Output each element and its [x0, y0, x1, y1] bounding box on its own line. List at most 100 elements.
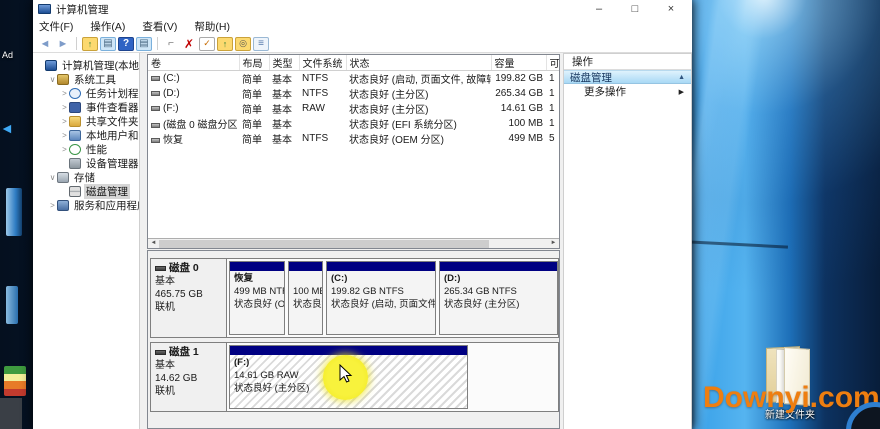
details-view-icon[interactable]: ≡	[253, 36, 269, 51]
desktop-icon-partial[interactable]	[0, 398, 22, 429]
volume-row-3[interactable]: (磁盘 0 磁盘分区 2)简单基本 状态良好 (EFI 系统分区) 100 MB 1	[148, 116, 559, 131]
forward-icon[interactable]: ►	[55, 37, 71, 51]
delete-volume-icon[interactable]: ✗	[181, 37, 197, 51]
cell-layout: 简单	[242, 120, 262, 131]
partition-(C:)[interactable]: (C:) 199.82 GB NTFS 状态良好 (启动, 页面文件, 故障转储, …	[326, 261, 436, 335]
volume-icon	[151, 75, 160, 81]
explore-folder-icon[interactable]: ◎	[235, 36, 251, 51]
open-folder-icon[interactable]: ↑	[217, 36, 233, 51]
column-header-6[interactable]: 可	[546, 55, 559, 71]
tree-item-5[interactable]: > 本地用户和组	[33, 128, 139, 142]
disk-size: 14.62 GB	[155, 373, 198, 384]
expander-icon[interactable]: >	[60, 117, 69, 126]
partition-(D:)[interactable]: (D:) 265.34 GB NTFS 状态良好 (主分区)	[439, 261, 558, 335]
tree-item-4[interactable]: > 共享文件夹	[33, 114, 139, 128]
folder-up-icon[interactable]: ↑	[82, 36, 98, 51]
tree-item-7[interactable]: 设备管理器	[33, 156, 139, 170]
menu-item-0[interactable]: 文件(F)	[39, 19, 73, 34]
app-icon	[38, 4, 51, 14]
tree-item-6[interactable]: > 性能	[33, 142, 139, 156]
menu-item-1[interactable]: 操作(A)	[90, 19, 125, 34]
title-bar[interactable]: 计算机管理 – □ ×	[33, 0, 692, 18]
partition-size: 499 MB NTFS	[234, 286, 284, 297]
expander-icon[interactable]: >	[60, 145, 69, 154]
column-header-2[interactable]: 类型	[269, 55, 300, 71]
partition-恢复[interactable]: 恢复 499 MB NTFS 状态良好 (OEM 分区)	[229, 261, 285, 335]
maximize-button[interactable]: □	[620, 0, 650, 18]
partition-type-bar	[440, 262, 557, 271]
scrollbar-thumb[interactable]	[159, 239, 489, 248]
partition-body: 恢复 499 MB NTFS 状态良好 (OEM 分区)	[230, 271, 284, 334]
properties-pane-icon[interactable]: ▤	[136, 36, 152, 51]
window-title: 计算机管理	[56, 3, 109, 16]
expander-icon[interactable]: >	[48, 201, 57, 210]
disk-icon	[155, 350, 166, 355]
expander-icon[interactable]: ∨	[48, 173, 57, 182]
desktop-icon-partial[interactable]	[6, 188, 22, 236]
volume-row-0[interactable]: (C:)简单基本 NTFS 状态良好 (启动, 页面文件, 故障转储, 主分区) 19…	[148, 71, 559, 87]
volume-icon	[151, 122, 160, 128]
check-disk-icon[interactable]: ✓	[199, 36, 215, 51]
tree-item-8[interactable]: ∨ 存储	[33, 170, 139, 184]
cell-volume: (C:)	[148, 71, 239, 87]
column-header-5[interactable]: 容量	[491, 55, 547, 71]
partition-efi[interactable]: 100 MB 状态良好 (EFI 系统分区)	[288, 261, 323, 335]
scroll-right-arrow-icon[interactable]: ►	[548, 239, 559, 248]
volume-row-2[interactable]: (F:) 简单 基本 RAW 状态良好 (主分区) 14.61 GB 1	[148, 101, 559, 116]
actions-section-disk-management[interactable]: 磁盘管理 ▲	[564, 70, 691, 84]
tree-item-0[interactable]: 计算机管理(本地)	[33, 58, 139, 72]
partition-title	[293, 272, 318, 285]
menu-item-3[interactable]: 帮助(H)	[194, 19, 230, 34]
toolbar-separator	[76, 37, 77, 50]
desktop-icon-label-partial[interactable]: Ad	[2, 50, 13, 60]
column-header-0[interactable]: 卷	[148, 55, 240, 71]
device-manager-icon	[69, 157, 81, 169]
tree-item-1[interactable]: ∨ 系统工具	[33, 72, 139, 86]
disk-label-1[interactable]: 磁盘 1 基本 14.62 GB 联机	[151, 343, 227, 411]
tree-item-10[interactable]: > 服务和应用程序	[33, 198, 139, 212]
cell-extra: 1	[549, 103, 555, 114]
collapse-icon[interactable]: ▲	[678, 74, 685, 81]
cell-capacity: 100 MB	[508, 118, 543, 129]
cell-fs	[299, 116, 346, 131]
tree-item-selected-9[interactable]: 磁盘管理	[33, 183, 139, 199]
more-actions-item[interactable]: 更多操作 ▶	[564, 84, 691, 99]
cell-layout: 简单	[242, 105, 262, 116]
close-button[interactable]: ×	[656, 0, 686, 18]
cell-layout: 简单	[242, 90, 262, 101]
cell-status: 状态良好 (主分区)	[349, 90, 429, 101]
column-header-4[interactable]: 状态	[346, 55, 492, 71]
partition-size: 199.82 GB NTFS	[331, 286, 404, 297]
scroll-left-arrow-icon[interactable]: ◄	[148, 239, 159, 248]
desktop-icon-partial[interactable]	[4, 366, 26, 396]
column-header-1[interactable]: 布局	[239, 55, 270, 71]
expander-icon[interactable]: ∨	[48, 75, 57, 84]
tree-item-2[interactable]: > 任务计划程序	[33, 86, 139, 100]
volume-icon	[151, 90, 160, 96]
actions-panel: 操作 磁盘管理 ▲ 更多操作 ▶	[563, 53, 692, 429]
horizontal-scrollbar[interactable]: ◄ ►	[148, 238, 559, 248]
expander-icon[interactable]: >	[60, 131, 69, 140]
partitions-strip: (F:) 14.61 GB RAW 状态良好 (主分区)	[227, 343, 558, 411]
cell-extra: 1	[549, 118, 555, 129]
partitions-strip: 恢复 499 MB NTFS 状态良好 (OEM 分区) 100 MB 状态良好 (EF…	[227, 259, 558, 337]
popup-action-icon[interactable]: ⌐	[163, 37, 179, 51]
column-header-3[interactable]: 文件系统	[299, 55, 347, 71]
partition-size: 265.34 GB NTFS	[444, 286, 517, 297]
minimize-button[interactable]: –	[584, 0, 614, 18]
desktop-arrow-icon[interactable]: ◄	[0, 120, 14, 136]
expander-icon[interactable]: >	[60, 103, 69, 112]
expander-icon[interactable]: >	[60, 89, 69, 98]
help-icon[interactable]: ?	[118, 36, 134, 51]
menu-item-2[interactable]: 查看(V)	[142, 19, 177, 34]
back-icon[interactable]: ◄	[37, 37, 53, 51]
volume-row-1[interactable]: (D:) 简单 基本 NTFS 状态良好 (主分区) 265.34 GB 1	[148, 86, 559, 101]
volume-row-4[interactable]: 恢复 简单 基本 NTFS 状态良好 (OEM 分区) 499 MB 5	[148, 131, 559, 146]
cell-type: 基本	[272, 90, 292, 101]
cell-volume: 恢复	[148, 131, 239, 146]
show-console-tree-icon[interactable]: ▤	[100, 36, 116, 51]
tree-item-3[interactable]: > 事件查看器	[33, 100, 139, 114]
disk-label-0[interactable]: 磁盘 0 基本 465.75 GB 联机	[151, 259, 227, 337]
desktop-icon-partial[interactable]	[6, 286, 18, 324]
cell-type: 基本	[272, 75, 292, 86]
